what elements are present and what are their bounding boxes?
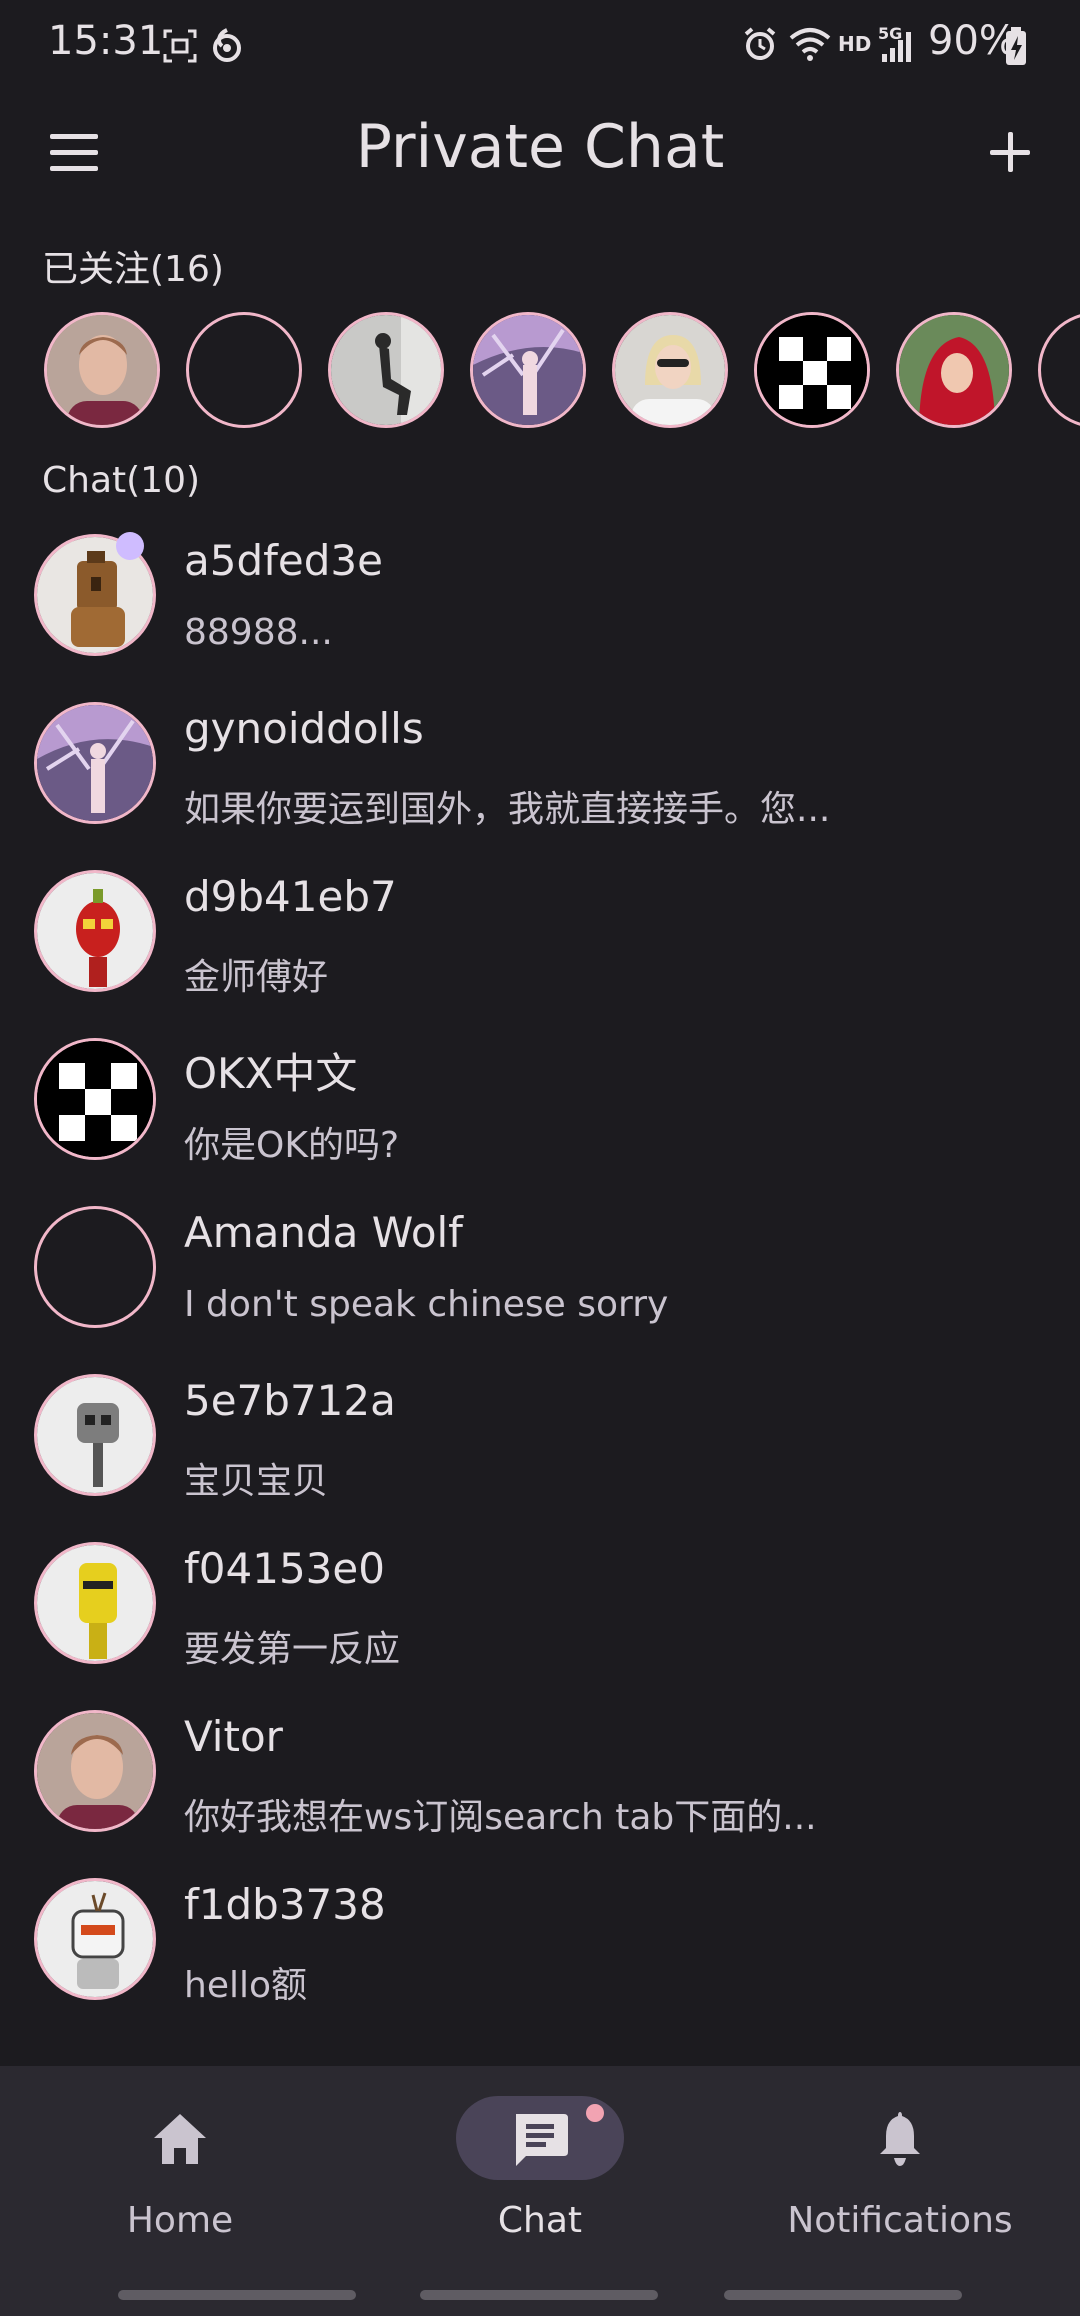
chat-name: f1db3738 [184,1880,386,1929]
wifi-icon [789,28,831,61]
chat-avatar [34,702,156,824]
chat-name: a5dfed3e [184,536,383,585]
nav-home-label: Home [126,2200,234,2241]
chat-last-message: 如果你要运到国外，我就直接接手。您... [184,789,831,830]
alarm-icon [744,27,776,60]
following-avatar-row[interactable] [0,308,1080,438]
avatar-empty[interactable] [186,312,302,428]
avatar-red-hood[interactable] [896,312,1012,428]
chat-item[interactable]: 5e7b712a 宝贝宝贝 [0,1374,1080,1542]
nav-notifications-label: Notifications [787,2200,1013,2241]
status-time: 15:31 [48,18,164,64]
chat-last-message: I don't speak chinese sorry [184,1284,669,1325]
chat-last-message: 88988... [184,612,333,653]
avatar-checker[interactable] [754,312,870,428]
following-label: 已关注(16) [42,249,224,290]
chat-name: Amanda Wolf [184,1208,463,1257]
chat-name: f04153e0 [184,1544,385,1593]
home-icon [154,2114,206,2164]
chat-notification-badge [586,2104,604,2122]
chat-avatar [34,870,156,992]
bottom-navigation: Home Chat Notifications [0,2066,1080,2316]
gesture-handle-right [724,2290,962,2300]
avatar-purple-figure[interactable] [470,312,586,428]
chat-item[interactable]: f1db3738 hello额 [0,1878,1080,2046]
chat-last-message: 你是OK的吗? [184,1125,400,1166]
avatar-woman-blonde[interactable] [612,312,728,428]
chat-item[interactable]: d9b41eb7 金师傅好 [0,870,1080,1038]
gesture-handle-center[interactable] [420,2290,658,2300]
status-bar: 15:31 HD 5G 90% [0,0,1080,88]
chat-item[interactable]: gynoiddolls 如果你要运到国外，我就直接接手。您... [0,702,1080,870]
chat-item[interactable]: Amanda Wolf I don't speak chinese sorry [0,1206,1080,1374]
chat-avatar [34,1374,156,1496]
sync-icon [213,28,241,62]
chat-name: 5e7b712a [184,1376,396,1425]
plus-icon[interactable] [976,118,1048,190]
chat-last-message: 你好我想在ws订阅search tab下面的... [184,1797,817,1838]
nav-notifications[interactable]: Notifications [720,2066,1080,2276]
chat-avatar [34,1542,156,1664]
nav-chat[interactable]: Chat [360,2066,720,2276]
chat-item[interactable]: Vitor 你好我想在ws订阅search tab下面的... [0,1710,1080,1878]
nav-chat-label: Chat [497,2200,583,2241]
avatar-photo-sitting[interactable] [328,312,444,428]
chat-icon [516,2114,568,2166]
chat-last-message: 宝贝宝贝 [184,1461,329,1502]
avatar-partial[interactable] [1038,312,1080,428]
hd-indicator: HD [838,32,872,56]
chat-name: d9b41eb7 [184,872,397,921]
chat-name: gynoiddolls [184,704,424,753]
chat-name: Vitor [184,1712,283,1761]
chat-avatar [34,1038,156,1160]
chat-last-message: 金师傅好 [184,957,329,998]
bell-icon [880,2112,920,2166]
chat-last-message: 要发第一反应 [184,1629,401,1670]
chat-item[interactable]: f04153e0 要发第一反应 [0,1542,1080,1710]
chat-item[interactable]: OKX中文 你是OK的吗? [0,1038,1080,1206]
chat-item[interactable]: a5dfed3e 88988... [0,532,1080,702]
screenshot-icon [163,29,197,63]
nav-home[interactable]: Home [0,2066,360,2276]
page-title: Private Chat [355,112,725,182]
chat-avatar [34,1878,156,2000]
signal-icon [882,32,911,62]
online-indicator [116,532,144,560]
chat-last-message: hello额 [184,1965,307,2006]
chat-avatar [34,1710,156,1832]
avatar-man[interactable] [44,312,160,428]
chat-avatar [34,1206,156,1328]
chat-name: OKX中文 [184,1049,358,1098]
battery-charging-icon [1006,27,1026,65]
gesture-handle-left [118,2290,356,2300]
chats-label: Chat(10) [42,460,201,501]
